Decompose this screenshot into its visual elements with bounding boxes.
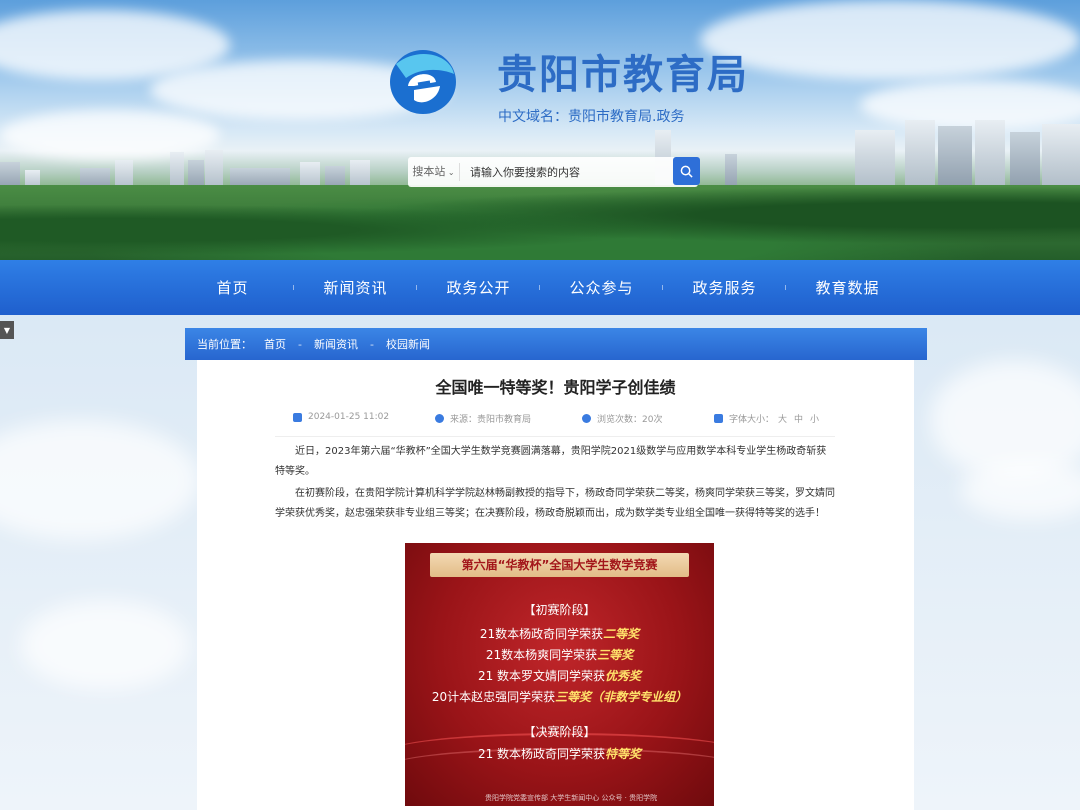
breadcrumb-separator: - [369, 337, 374, 351]
breadcrumb-label: 当前位置： [197, 338, 252, 351]
breadcrumb: 当前位置： 首页 - 新闻资讯 - 校园新闻 [185, 328, 927, 360]
nav-home[interactable]: 首页 [171, 277, 294, 298]
article-paragraph: 在初赛阶段，在贵阳学院计算机科学学院赵林畅副教授的指导下，杨政奇同学荣获二等奖，… [275, 488, 835, 519]
poster-line: 21数本杨爽同学荣获三等奖 [405, 646, 714, 663]
poster-line-text: 21数本杨爽同学荣获 [485, 648, 598, 662]
search-icon [680, 165, 693, 178]
info-icon [435, 414, 444, 423]
font-icon [714, 414, 723, 423]
article-views: 浏览次数：20次 [582, 412, 662, 425]
poster-line-text: 21 数本罗文婧同学荣获 [477, 669, 606, 683]
poster-award: 二等奖 [603, 627, 640, 641]
article-title: 全国唯一特等奖！贵阳学子创佳绩 [435, 378, 676, 397]
font-size-large[interactable]: 大 [778, 412, 787, 425]
font-size-label: 字体大小： [729, 415, 775, 425]
poster-line: 21数本杨政奇同学荣获二等奖 [405, 625, 714, 642]
font-size-small[interactable]: 小 [810, 412, 819, 425]
poster-stage2: 【决赛阶段】 [523, 725, 596, 739]
site-domain: 中文域名：贵阳市教育局.政务 [498, 109, 685, 125]
breadcrumb-separator: - [298, 337, 302, 351]
nav-gov-services[interactable]: 政务服务 [663, 277, 786, 298]
poster-footer: 贵阳学院党委宣传部 大学生新闻中心 公众号 · 贵阳学院 [485, 794, 658, 802]
search-button[interactable] [673, 157, 700, 185]
article-panel: 全国唯一特等奖！贵阳学子创佳绩 2024-01-25 11:02 来源：贵阳市教… [197, 360, 914, 810]
article-paragraph: 近日，2023年第六届“华教杯”全国大学生数学竞赛圆满落幕，贵阳学院2021级数… [275, 446, 827, 477]
breadcrumb-news[interactable]: 新闻资讯 [314, 336, 358, 352]
nav-gov-affairs[interactable]: 政务公开 [417, 277, 540, 298]
meta-divider [275, 436, 835, 437]
search-scope-label: 搜本站 [412, 165, 446, 178]
poster-line-text: 20计本赵忠强同学荣获 [431, 690, 556, 704]
article-source: 来源：贵阳市教育局 [435, 412, 531, 425]
poster-stage1: 【初赛阶段】 [523, 603, 596, 617]
breadcrumb-campus-news[interactable]: 校园新闻 [386, 336, 430, 352]
nav-news[interactable]: 新闻资讯 [294, 277, 417, 298]
site-title: 贵阳市教育局 [497, 52, 749, 98]
caret-down-icon: ▼ [3, 325, 11, 335]
poster-line: 20计本赵忠强同学荣获三等奖（非数学专业组） [405, 688, 714, 705]
article-source-text: 来源：贵阳市教育局 [450, 415, 532, 425]
breadcrumb-home[interactable]: 首页 [264, 336, 286, 352]
nav-public-participation[interactable]: 公众参与 [540, 277, 663, 298]
competition-poster-image: 第六届“华教杯”全国大学生数学竞赛 【初赛阶段】 21数本杨政奇同学荣获二等奖 … [405, 543, 714, 806]
search-scope-select[interactable]: 搜本站 ⌄ [408, 163, 460, 181]
education-bureau-logo-icon[interactable] [388, 44, 458, 116]
poster-award: 特等奖 [605, 747, 642, 761]
poster-line-text: 21数本杨政奇同学荣获 [479, 627, 604, 641]
poster-line: 21 数本杨政奇同学荣获特等奖 [405, 745, 714, 762]
font-size-medium[interactable]: 中 [794, 412, 803, 425]
tree-line [0, 185, 1080, 260]
header-banner [0, 0, 1080, 260]
chevron-down-icon: ⌄ [445, 168, 455, 177]
search-box: 搜本站 ⌄ [408, 157, 698, 187]
poster-award: 三等奖（非数学专业组） [555, 690, 688, 704]
poster-banner: 第六届“华教杯”全国大学生数学竞赛 [430, 553, 689, 577]
font-size-control: 字体大小： 大 中 小 [714, 412, 819, 425]
search-input[interactable] [460, 165, 698, 179]
eye-icon [582, 414, 591, 423]
poster-award: 优秀奖 [605, 669, 642, 683]
poster-line-text: 21 数本杨政奇同学荣获 [477, 747, 606, 761]
poster-line: 21 数本罗文婧同学荣获优秀奖 [405, 667, 714, 684]
calendar-icon [293, 412, 302, 422]
side-toggle-button[interactable]: ▼ [0, 321, 14, 339]
article-date-text: 2024-01-25 11:02 [308, 412, 390, 422]
main-nav: 首页 新闻资讯 政务公开 公众参与 政务服务 教育数据 [0, 260, 1080, 315]
article-date: 2024-01-25 11:02 [293, 412, 389, 422]
article-views-text: 浏览次数：20次 [597, 415, 663, 425]
nav-education-data[interactable]: 教育数据 [786, 277, 909, 298]
poster-award: 三等奖 [597, 648, 634, 662]
